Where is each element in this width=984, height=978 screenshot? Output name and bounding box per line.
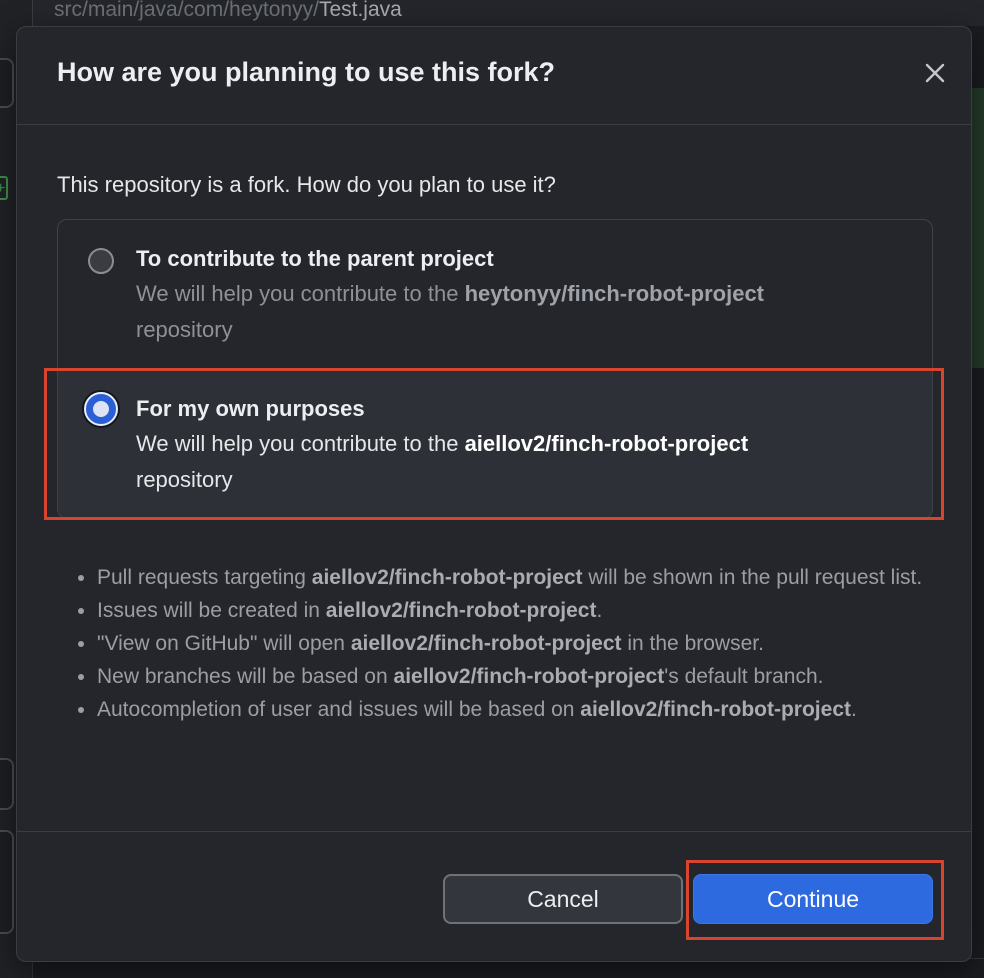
gutter-control (0, 58, 14, 108)
option-title: To contribute to the parent project (136, 246, 494, 271)
option-description: We will help you contribute to the heyto… (136, 276, 896, 348)
bullet-text: 's default branch. (664, 665, 824, 688)
gutter-control (0, 758, 14, 810)
dialog-footer: Cancel Continue (17, 831, 971, 961)
option-desc-text: We will help you contribute to the (136, 431, 465, 456)
option-repo-name: heytonyy/finch-robot-project (464, 281, 765, 306)
option-desc-text: We will help you contribute to the (136, 281, 465, 306)
fork-effects-list: Pull requests targeting aiellov2/finch-r… (57, 561, 937, 726)
bullet-text: in the browser. (621, 632, 764, 655)
cancel-button[interactable]: Cancel (443, 874, 683, 924)
list-item: New branches will be based on aiellov2/f… (97, 660, 937, 693)
list-item: Issues will be created in aiellov2/finch… (97, 594, 937, 627)
fork-usage-dialog: How are you planning to use this fork? T… (16, 26, 972, 962)
bullet-text: will be shown in the pull request list. (582, 566, 923, 589)
bullet-text: Pull requests targeting (97, 566, 312, 589)
file-path-dir: src/main/java/com/heytonyy/ (54, 0, 319, 21)
radio-own-purposes[interactable] (84, 392, 118, 426)
bullet-text: . (596, 599, 603, 622)
option-description: We will help you contribute to the aiell… (136, 426, 896, 498)
diff-added-strip (972, 88, 984, 368)
list-item: Pull requests targeting aiellov2/finch-r… (97, 561, 937, 594)
radio-contribute-parent[interactable] (88, 248, 114, 274)
gutter-control (0, 830, 14, 934)
option-own-purposes[interactable]: For my own purposes We will help you con… (58, 370, 932, 518)
option-desc-suffix: repository (136, 467, 233, 492)
file-path: src/main/java/com/heytonyy/Test.java (54, 0, 402, 22)
close-icon (925, 63, 945, 83)
option-repo-name: aiellov2/finch-robot-project (464, 431, 749, 456)
dialog-header: How are you planning to use this fork? (17, 27, 971, 125)
bullet-repo: aiellov2/finch-robot-project (311, 566, 583, 589)
fork-option-group: To contribute to the parent project We w… (57, 219, 933, 519)
dialog-title: How are you planning to use this fork? (57, 57, 556, 87)
bullet-text: Autocompletion of user and issues will b… (97, 698, 581, 721)
bullet-text: . (851, 698, 857, 721)
dialog-prompt: This repository is a fork. How do you pl… (57, 172, 556, 197)
option-contribute-parent[interactable]: To contribute to the parent project We w… (58, 220, 932, 370)
bullet-repo: aiellov2/finch-robot-project (350, 632, 622, 655)
bullet-repo: aiellov2/finch-robot-project (325, 599, 597, 622)
bullet-repo: aiellov2/finch-robot-project (393, 665, 665, 688)
list-item: Autocompletion of user and issues will b… (97, 693, 937, 726)
added-file-icon: + (0, 176, 8, 200)
bullet-text: Issues will be created in (97, 599, 326, 622)
bullet-repo: aiellov2/finch-robot-project (580, 698, 851, 721)
close-button[interactable] (917, 55, 953, 91)
option-title: For my own purposes (136, 396, 365, 421)
option-desc-suffix: repository (136, 317, 233, 342)
bullet-text: "View on GitHub" will open (97, 632, 351, 655)
continue-button[interactable]: Continue (693, 874, 933, 924)
list-item: "View on GitHub" will open aiellov2/finc… (97, 627, 937, 660)
file-path-name: Test.java (318, 0, 402, 21)
bullet-text: New branches will be based on (97, 665, 394, 688)
